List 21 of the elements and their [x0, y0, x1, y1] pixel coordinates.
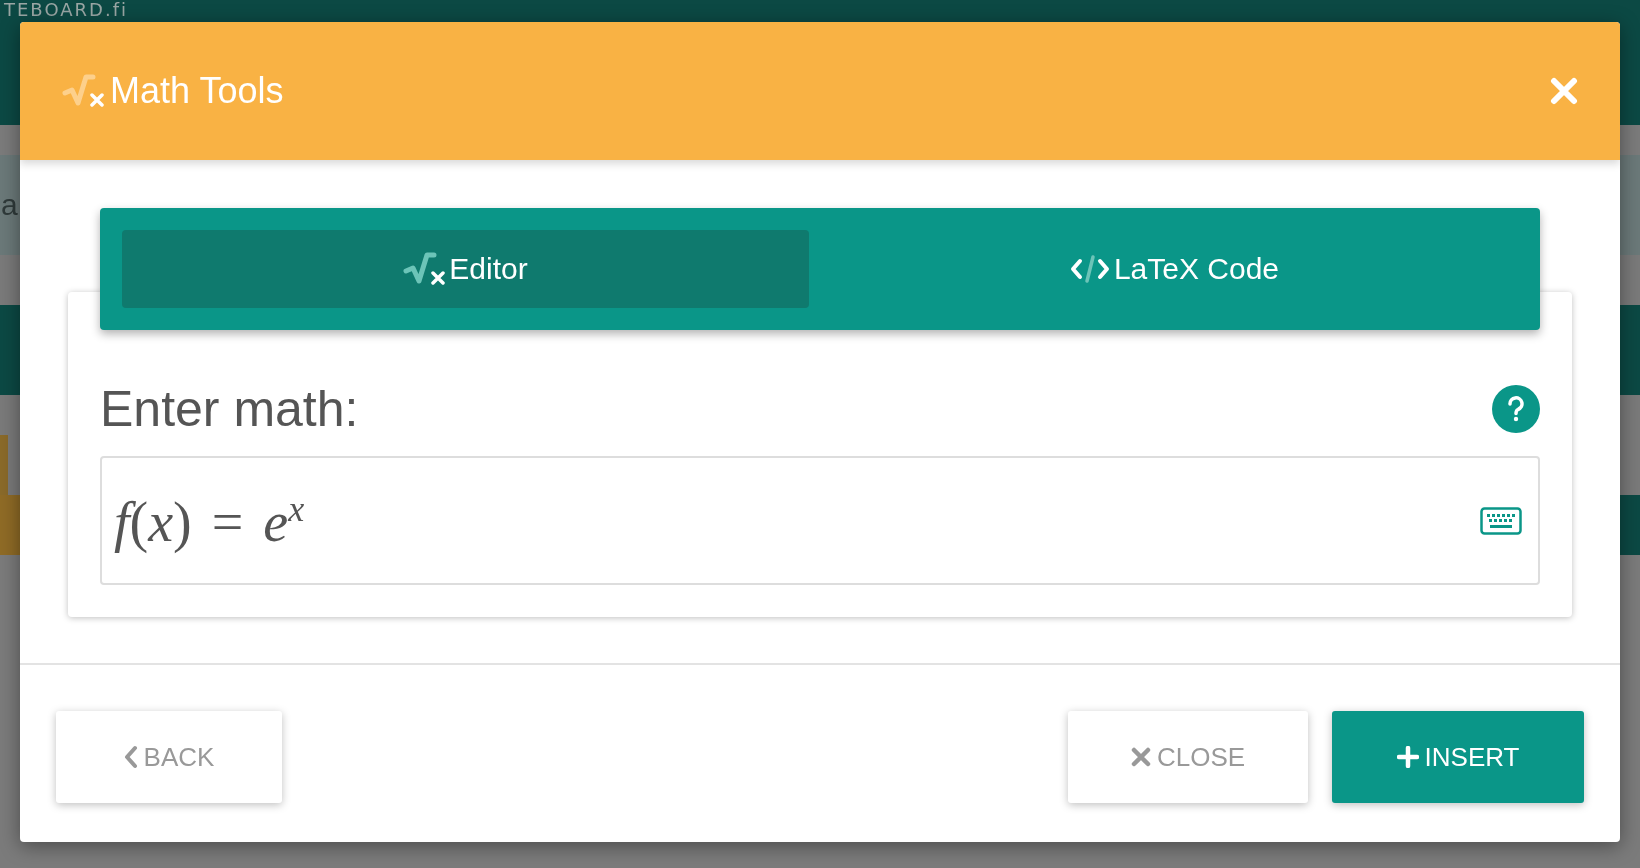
back-button[interactable]: BACK	[56, 711, 282, 803]
square-root-icon	[403, 251, 446, 287]
site-logo: TEBOARD.fi	[4, 0, 128, 20]
close-icon	[1130, 747, 1151, 767]
close-icon[interactable]	[1550, 77, 1578, 105]
square-root-icon	[62, 73, 104, 109]
code-icon	[1069, 254, 1110, 284]
help-button[interactable]	[1492, 385, 1540, 433]
dialog-title: Math Tools	[62, 70, 1550, 112]
tab[interactable]: LaTeX Code	[831, 230, 1518, 308]
insert-button[interactable]: INSERT	[1332, 711, 1584, 803]
chevron-left-icon	[123, 745, 138, 769]
tab[interactable]: Editor	[122, 230, 809, 308]
close-button[interactable]: CLOSE	[1068, 711, 1308, 803]
keyboard-icon[interactable]	[1480, 506, 1522, 535]
question-icon	[1506, 396, 1526, 422]
math-formula: f(x) = e$^{x}$	[114, 487, 306, 554]
plus-icon	[1396, 746, 1419, 768]
math-input-field[interactable]: f(x) = e$^{x}$	[100, 456, 1540, 585]
page-text: a	[1, 188, 18, 222]
enter-math-label: Enter math:	[100, 380, 359, 438]
